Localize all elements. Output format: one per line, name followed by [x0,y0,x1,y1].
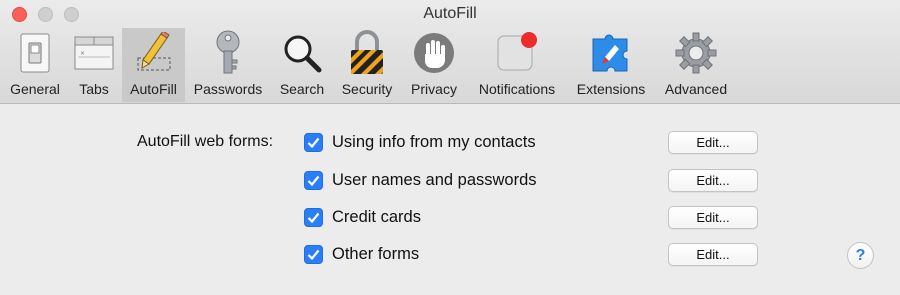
checkmark-icon [307,212,320,223]
gear-icon [672,29,720,77]
hand-icon [410,29,458,77]
tab-search[interactable]: Search [275,28,329,102]
checkmark-icon [307,175,320,186]
tab-tabs[interactable]: × Tabs [70,28,118,102]
edit-usernames-passwords-button[interactable]: Edit... [668,169,758,192]
option-contacts[interactable]: Using info from my contacts [304,133,536,152]
usernames-passwords-checkbox[interactable] [304,171,323,190]
magnifier-icon [278,29,326,77]
other-forms-label: Other forms [332,245,420,263]
notification-badge-icon [493,29,541,77]
tab-notifications[interactable]: Notifications [470,28,564,102]
window-titlebar: AutoFill General × Tabs AutoFill Passwor… [0,0,900,104]
edit-other-forms-button[interactable]: Edit... [668,243,758,266]
contacts-label: Using info from my contacts [332,133,536,151]
tab-autofill[interactable]: AutoFill [122,28,185,102]
tabs-icon: × [70,29,118,77]
edit-credit-cards-button[interactable]: Edit... [668,206,758,229]
window-title: AutoFill [423,5,477,22]
option-usernames-passwords[interactable]: User names and passwords [304,171,537,190]
credit-cards-label: Credit cards [332,208,421,226]
contacts-checkbox[interactable] [304,133,323,152]
credit-cards-checkbox[interactable] [304,208,323,227]
tab-passwords[interactable]: Passwords [189,28,267,102]
autofill-pane: AutoFill web forms: Using info from my c… [0,104,900,295]
tab-privacy[interactable]: Privacy [406,28,462,102]
tab-security[interactable]: Security [335,28,399,102]
option-credit-cards[interactable]: Credit cards [304,208,421,227]
autofill-web-forms-label: AutoFill web forms: [137,133,274,150]
other-forms-checkbox[interactable] [304,245,323,264]
svg-text:×: × [80,50,85,57]
tab-general[interactable]: General [6,28,64,102]
usernames-passwords-label: User names and passwords [332,171,537,189]
edit-contacts-button[interactable]: Edit... [668,131,758,154]
tab-advanced[interactable]: Advanced [658,28,734,102]
puzzle-compass-icon [587,29,635,77]
checkmark-icon [307,249,320,260]
padlock-icon [343,29,391,77]
key-icon [204,29,252,77]
help-button[interactable]: ? [847,242,874,269]
pencil-form-icon [130,29,178,77]
checkmark-icon [307,137,320,148]
option-other-forms[interactable]: Other forms [304,245,419,264]
general-switch-icon [11,29,59,77]
tab-extensions[interactable]: Extensions [571,28,651,102]
